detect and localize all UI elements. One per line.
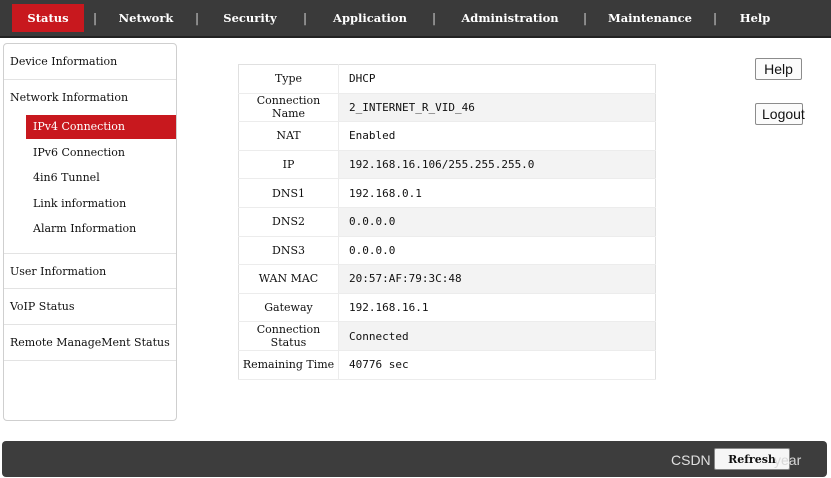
table-row: DNS3 0.0.0.0 xyxy=(238,236,656,266)
row-label-remaining-time: Remaining Time xyxy=(238,350,339,380)
ipv4-connection-table: Type DHCP Connection Name 2_INTERNET_R_V… xyxy=(238,64,656,380)
row-value-nat: Enabled xyxy=(338,121,656,151)
nav-separator: | xyxy=(583,11,588,25)
row-value-remaining-time: 40776 sec xyxy=(338,350,656,380)
row-label-connection-status: Connection Status xyxy=(238,321,339,351)
sidebar-subitem-4in6-tunnel[interactable]: 4in6 Tunnel xyxy=(26,166,176,190)
sidebar-item-user-information[interactable]: User Information xyxy=(4,253,176,289)
row-label-wan-mac: WAN MAC xyxy=(238,264,339,294)
row-value-type: DHCP xyxy=(338,64,656,94)
row-value-gateway: 192.168.16.1 xyxy=(338,293,656,323)
nav-separator: | xyxy=(713,11,718,25)
table-row: Connection Status Connected xyxy=(238,321,656,351)
sidebar-item-device-information[interactable]: Device Information xyxy=(4,44,176,80)
row-value-dns2: 0.0.0.0 xyxy=(338,207,656,237)
nav-tab-security[interactable]: Security xyxy=(212,4,288,32)
table-row: WAN MAC 20:57:AF:79:3C:48 xyxy=(238,264,656,294)
row-label-nat: NAT xyxy=(238,121,339,151)
nav-tab-maintenance[interactable]: Maintenance xyxy=(600,4,700,32)
table-row: IP 192.168.16.106/255.255.255.0 xyxy=(238,150,656,180)
sidebar-subitem-ipv4-connection[interactable]: IPv4 Connection xyxy=(26,115,176,139)
table-row: Remaining Time 40776 sec xyxy=(238,350,656,380)
nav-tab-application[interactable]: Application xyxy=(320,4,420,32)
table-row: Connection Name 2_INTERNET_R_VID_46 xyxy=(238,93,656,123)
row-label-gateway: Gateway xyxy=(238,293,339,323)
nav-separator: | xyxy=(303,11,308,25)
row-value-dns1: 192.168.0.1 xyxy=(338,178,656,208)
top-nav-bar: Status | Network | Security | Applicatio… xyxy=(0,0,831,38)
table-row: DNS1 192.168.0.1 xyxy=(238,178,656,208)
sidebar-item-voip-status[interactable]: VoIP Status xyxy=(4,289,176,325)
nav-tab-network[interactable]: Network xyxy=(110,4,182,32)
table-row: DNS2 0.0.0.0 xyxy=(238,207,656,237)
row-label-ip: IP xyxy=(238,150,339,180)
sidebar-item-remote-management-status[interactable]: Remote ManageMent Status xyxy=(4,325,176,361)
nav-tab-administration[interactable]: Administration xyxy=(449,4,571,32)
nav-tab-help[interactable]: Help xyxy=(730,4,780,32)
row-value-wan-mac: 20:57:AF:79:3C:48 xyxy=(338,264,656,294)
refresh-button[interactable]: Refresh xyxy=(714,448,790,470)
nav-separator: | xyxy=(93,11,98,25)
row-label-connection-name: Connection Name xyxy=(238,93,339,123)
sidebar-subitem-link-information[interactable]: Link information xyxy=(26,192,176,216)
nav-tab-status[interactable]: Status xyxy=(12,4,84,32)
top-nav-list: Status | Network | Security | Applicatio… xyxy=(0,0,831,36)
row-value-connection-name: 2_INTERNET_R_VID_46 xyxy=(338,93,656,123)
table-row: Type DHCP xyxy=(238,64,656,94)
sidebar: Device Information Network Information I… xyxy=(3,43,177,421)
row-value-connection-status: Connected xyxy=(338,321,656,351)
table-row: Gateway 192.168.16.1 xyxy=(238,293,656,323)
sidebar-item-network-information[interactable]: Network Information xyxy=(4,80,176,116)
row-label-dns2: DNS2 xyxy=(238,207,339,237)
nav-separator: | xyxy=(432,11,437,25)
row-value-ip: 192.168.16.106/255.255.255.0 xyxy=(338,150,656,180)
nav-separator: | xyxy=(195,11,200,25)
row-label-type: Type xyxy=(238,64,339,94)
sidebar-subitem-ipv6-connection[interactable]: IPv6 Connection xyxy=(26,141,176,165)
row-value-dns3: 0.0.0.0 xyxy=(338,236,656,266)
row-label-dns3: DNS3 xyxy=(238,236,339,266)
help-button[interactable]: Help xyxy=(755,58,802,80)
table-row: NAT Enabled xyxy=(238,121,656,151)
logout-button[interactable]: Logout xyxy=(755,103,805,125)
sidebar-subitem-alarm-information[interactable]: Alarm Information xyxy=(26,217,176,241)
row-label-dns1: DNS1 xyxy=(238,178,339,208)
